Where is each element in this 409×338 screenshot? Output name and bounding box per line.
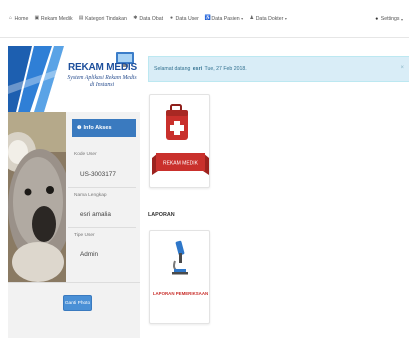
nama-lengkap-value: esri amalia (80, 211, 111, 218)
alert-user: esri (192, 66, 203, 72)
info-icon: ❶ (77, 125, 82, 131)
nav-data-dokter[interactable]: ♟ Data Dokter ▾ (249, 15, 287, 22)
rekam-medik-label: REKAM MEDIK (163, 161, 199, 167)
app-banner: REKAM MEDIS System Aplikasi Rekam Medis … (8, 46, 140, 112)
banner-title: REKAM MEDIS (68, 62, 137, 73)
sidebar: REKAM MEDIS System Aplikasi Rekam Medis … (8, 46, 140, 338)
welcome-alert: Selamat datang esri Tue, 27 Feb 2018. × (148, 56, 409, 82)
divider (8, 282, 140, 283)
divider (68, 227, 136, 228)
nav-data-user[interactable]: ● Data User (169, 16, 199, 22)
chevron-down-icon: ▾ (284, 16, 287, 21)
tipe-user-value: Admin (80, 251, 99, 258)
laporan-section-title: LAPORAN (148, 212, 175, 218)
kode-user-value: US-3003177 (80, 171, 116, 178)
microscope-icon (172, 240, 188, 275)
doctor-icon: ♟ (249, 15, 254, 21)
chevron-down-icon: ▾ (241, 16, 244, 21)
tipe-user-label: Tipe User (74, 233, 95, 238)
chevron-down-icon: ▾ (400, 16, 403, 22)
nav-home-label: Home (14, 15, 29, 22)
nav-data-pasien-label: Data Pasien (211, 15, 240, 22)
nav-data-pasien[interactable]: ♿ Data Pasien ▾ (205, 16, 243, 22)
nav-data-obat[interactable]: ✱ Data Obat (133, 16, 163, 22)
nav-data-user-label: Data User (175, 15, 199, 22)
laporan-pemeriksaan-label: LAPORAN PEMERIKSAAN (152, 291, 209, 296)
banner-subtitle: System Aplikasi Rekam Medis di Instansi (66, 75, 138, 89)
divider (68, 187, 136, 188)
nav-rekam-medik-label: Rekam Medik (40, 15, 73, 22)
kode-user-label: Kode User (74, 152, 97, 157)
nav-home[interactable]: ⌂ Home (8, 16, 28, 22)
nav-kategori-tindakan[interactable]: ▤ Kategori Tindakan (79, 16, 127, 22)
nav-rekam-medik[interactable]: ▣ Rekam Medik (34, 16, 72, 22)
patients-icon: ♿ (204, 15, 212, 21)
info-akses-title: Info Akses (83, 125, 112, 131)
nav-settings-label: Settings (380, 16, 400, 22)
info-akses-header: ❶ Info Akses (72, 119, 136, 137)
pill-icon: ✱ (133, 15, 138, 21)
alert-date: Tue, 27 Feb 2018. (204, 66, 247, 72)
ganti-photo-button[interactable]: Ganti Photo (63, 295, 92, 311)
top-navbar: ⌂ Home ▣ Rekam Medik ▤ Kategori Tindakan… (0, 0, 409, 38)
alert-prefix: Selamat datang (154, 66, 191, 72)
nav-kategori-label: Kategori Tindakan (85, 15, 127, 22)
medkit-icon: ▣ (34, 15, 40, 21)
koala-photo (8, 112, 66, 282)
tags-icon: ▤ (78, 15, 84, 21)
nama-lengkap-label: Nama Lengkap (74, 193, 107, 198)
close-icon[interactable]: × (400, 65, 404, 71)
banner-subtitle-line2: di Instansi (89, 82, 115, 88)
nav-settings[interactable]: ● Settings ▾ (374, 0, 403, 38)
user-icon: ● (170, 15, 174, 21)
user-icon: ● (375, 15, 379, 22)
banner-subtitle-line1: System Aplikasi Rekam Medis (67, 75, 137, 81)
medkit-illustration: REKAM MEDIK (152, 104, 209, 175)
home-icon: ⌂ (8, 15, 13, 21)
nav-data-dokter-label: Data Dokter (255, 15, 284, 22)
laporan-pemeriksaan-card[interactable]: LAPORAN PEMERIKSAAN (149, 230, 210, 324)
avatar (8, 112, 66, 282)
rekam-medik-card[interactable]: REKAM MEDIK (149, 94, 210, 188)
nav-data-obat-label: Data Obat (139, 15, 164, 22)
